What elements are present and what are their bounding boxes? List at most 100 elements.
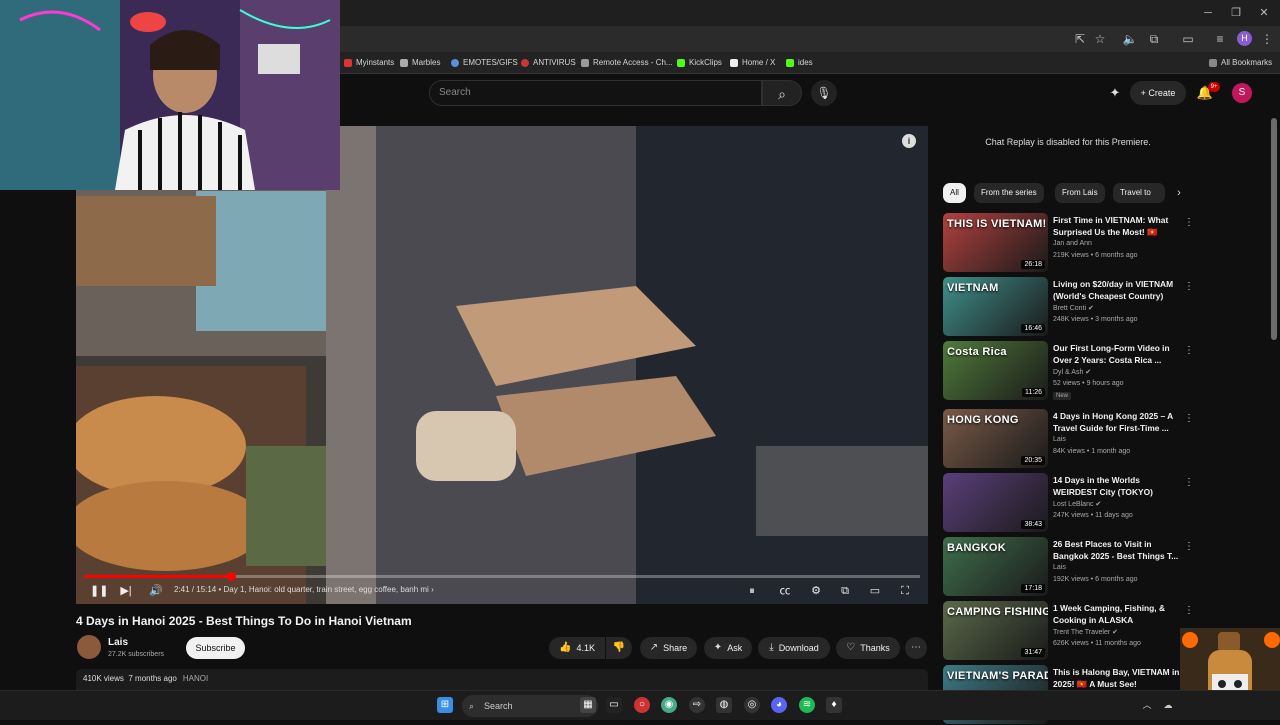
more-vertical-icon[interactable]: ⋮ — [1184, 216, 1194, 230]
video-thumbnail[interactable]: THIS IS VIETNAM! 26:18 — [943, 213, 1048, 272]
browser-profile-avatar[interactable]: H — [1237, 31, 1252, 46]
onedrive-icon[interactable]: ☁ — [1162, 699, 1174, 711]
subscribe-button[interactable]: Subscribe — [186, 637, 245, 659]
recommendation-channel[interactable]: Lais — [1053, 436, 1066, 443]
opera-icon[interactable]: ○ — [634, 697, 650, 713]
channel-name[interactable]: Lais — [108, 637, 128, 648]
more-vertical-icon[interactable]: ⋮ — [1184, 280, 1194, 294]
sidebar-scrollbar[interactable] — [1271, 118, 1277, 340]
bookmark-myinstants[interactable]: Myinstants — [344, 55, 394, 71]
captions-icon[interactable]: ㏄ — [777, 583, 793, 599]
bookmark-x[interactable]: Home / X — [730, 55, 775, 71]
terminal-icon[interactable]: ▭ — [606, 697, 622, 713]
download-button[interactable]: ⤓ Download — [758, 637, 830, 659]
recommendation-channel[interactable]: Jan and Ann — [1053, 240, 1092, 247]
thanks-button[interactable]: ♡ Thanks — [836, 637, 900, 659]
settings-gear-icon[interactable]: ⚙ — [808, 583, 824, 599]
ask-button[interactable]: ✦ Ask — [704, 637, 752, 659]
autoplay-toggle-icon[interactable]: ⏸ — [744, 583, 760, 599]
account-avatar[interactable]: S — [1232, 83, 1252, 103]
more-vertical-icon[interactable]: ⋮ — [1184, 412, 1194, 426]
bookmark-star-icon[interactable]: ☆ — [1092, 31, 1108, 47]
more-vertical-icon[interactable]: ⋮ — [1184, 540, 1194, 554]
hashtag[interactable]: HANOI — [183, 674, 208, 683]
recommendation-channel[interactable]: Dyl & Ash ✔ — [1053, 368, 1091, 376]
recommendation-item[interactable]: HONG KONG 20:35 4 Days in Hong Kong 2025 –… — [943, 409, 1194, 469]
video-thumbnail[interactable]: Costa Rica 11:26 — [943, 341, 1048, 400]
recommendation-item[interactable]: Costa Rica 11:26 Our First Long-Form Video… — [943, 341, 1194, 401]
restore-icon[interactable]: ❐ — [1226, 4, 1246, 22]
recommendation-channel[interactable]: Lais — [1053, 564, 1066, 571]
close-icon[interactable]: ✕ — [1254, 4, 1274, 22]
voice-search-button[interactable]: 🎙 — [811, 80, 837, 106]
share-button[interactable]: ↗ Share — [640, 637, 697, 659]
search-input[interactable]: Search — [429, 80, 762, 106]
info-icon[interactable]: i — [902, 134, 916, 148]
sidepanel-icon[interactable]: ▭ — [1180, 31, 1196, 47]
chip-from-series[interactable]: From the series — [974, 183, 1044, 203]
pin-app-icon[interactable]: ♦ — [826, 697, 842, 713]
pause-icon[interactable]: ❚❚ — [90, 583, 108, 599]
recommendation-item[interactable]: THIS IS VIETNAM! 26:18 First Time in VIETN… — [943, 213, 1194, 273]
recommendation-channel[interactable]: Trent The Traveler ✔ — [1053, 628, 1118, 636]
extensions-icon[interactable]: ⧉ — [1146, 31, 1162, 47]
bookmark-kickclips[interactable]: KickClips — [677, 55, 722, 71]
recommendation-title[interactable]: 26 Best Places to Visit in Bangkok 2025 … — [1053, 538, 1181, 562]
more-actions-button[interactable]: ⋯ — [905, 637, 927, 659]
recommendation-item[interactable]: VIETNAM 16:46 Living on $20/day in VIETNAM… — [943, 277, 1194, 337]
recommendation-item[interactable]: CAMPING FISHING COOKING 31:47 1 Week Campi… — [943, 601, 1194, 661]
more-vertical-icon[interactable]: ⋮ — [1184, 604, 1194, 618]
next-icon[interactable]: ▶| — [118, 583, 134, 599]
bookmark-remote-access[interactable]: Remote Access - Ch... — [581, 55, 673, 71]
bookmark-marbles[interactable]: Marbles — [400, 55, 440, 71]
video-thumbnail[interactable]: VIETNAM 16:46 — [943, 277, 1048, 336]
video-thumbnail[interactable]: CAMPING FISHING COOKING 31:47 — [943, 601, 1048, 660]
recommendation-channel[interactable]: Brett Conti ✔ — [1053, 304, 1094, 312]
bookmark-ides[interactable]: ides — [786, 55, 813, 71]
widgets-icon[interactable]: ▦ — [580, 697, 596, 713]
channel-avatar[interactable] — [77, 635, 101, 659]
recommendation-item[interactable]: BANGKOK 17:18 26 Best Places to Visit in B… — [943, 537, 1194, 597]
obs-icon[interactable]: ◎ — [744, 697, 760, 713]
fullscreen-icon[interactable]: ⛶ — [897, 583, 913, 599]
recommendation-title[interactable]: Our First Long-Form Video in Over 2 Year… — [1053, 342, 1181, 366]
miniplayer-icon[interactable]: ⧉ — [837, 583, 853, 599]
volume-icon[interactable]: 🔈 — [1122, 31, 1138, 47]
more-vertical-icon[interactable]: ⋮ — [1184, 476, 1194, 490]
taskbar-search[interactable]: ⌕ Search — [462, 695, 598, 717]
more-vertical-icon[interactable]: ⋮ — [1184, 344, 1194, 358]
video-player[interactable]: i ❚❚ ▶| 🔊 2:41 / 15:14 • Day 1, Hanoi: o… — [76, 126, 928, 604]
discord-icon[interactable]: ◕ — [771, 697, 787, 713]
progress-bar[interactable] — [84, 572, 920, 581]
time-and-chapter[interactable]: 2:41 / 15:14 • Day 1, Hanoi: old quarter… — [174, 585, 434, 594]
theater-mode-icon[interactable]: ▭ — [867, 583, 883, 599]
app-arrow-icon[interactable]: ⇨ — [689, 697, 705, 713]
chip-travel-to[interactable]: Travel to — [1113, 183, 1165, 203]
browser-menu-icon[interactable]: ⋮ — [1259, 31, 1275, 47]
tray-chevron-up-icon[interactable]: ︿ — [1141, 699, 1153, 711]
video-thumbnail[interactable]: BANGKOK 17:18 — [943, 537, 1048, 596]
media-controls-icon[interactable]: ≡ — [1212, 31, 1228, 47]
recommendation-title[interactable]: First Time in VIETNAM: What Surprised Us… — [1053, 214, 1181, 238]
recommendation-title[interactable]: 14 Days in the Worlds WEIRDEST City (TOK… — [1053, 474, 1181, 498]
windows-start-icon[interactable]: ⊞ — [437, 697, 453, 713]
chip-all[interactable]: All — [943, 183, 966, 203]
sparkle-icon[interactable]: ✦ — [1106, 84, 1124, 102]
spotify-icon[interactable]: ≋ — [799, 697, 815, 713]
volume-icon[interactable]: 🔊 — [148, 583, 164, 599]
video-thumbnail[interactable]: HONG KONG 20:35 — [943, 409, 1048, 468]
screen-share-icon[interactable]: ⇱ — [1072, 31, 1088, 47]
recommendation-title[interactable]: 1 Week Camping, Fishing, & Cooking in AL… — [1053, 602, 1181, 626]
video-thumbnail[interactable]: 38:43 — [943, 473, 1048, 532]
recommendation-title[interactable]: Living on $20/day in VIETNAM (World's Ch… — [1053, 278, 1181, 302]
recommendation-title[interactable]: This is Halong Bay, VIETNAM in 2025! 🇻🇳 … — [1053, 666, 1181, 690]
chip-from-lais[interactable]: From Lais — [1055, 183, 1105, 203]
recommendation-item[interactable]: 38:43 14 Days in the Worlds WEIRDEST City… — [943, 473, 1194, 533]
chevron-right-icon[interactable]: › — [1172, 185, 1186, 201]
recommendation-title[interactable]: 4 Days in Hong Kong 2025 – A Travel Guid… — [1053, 410, 1181, 434]
bookmark-antivirus[interactable]: ANTIVIRUS — [521, 55, 576, 71]
chrome-icon[interactable]: ◉ — [661, 697, 677, 713]
app-icon[interactable]: ◍ — [716, 697, 732, 713]
minimize-icon[interactable]: ─ — [1198, 4, 1218, 22]
like-button[interactable]: 👍 4.1K — [549, 637, 605, 659]
